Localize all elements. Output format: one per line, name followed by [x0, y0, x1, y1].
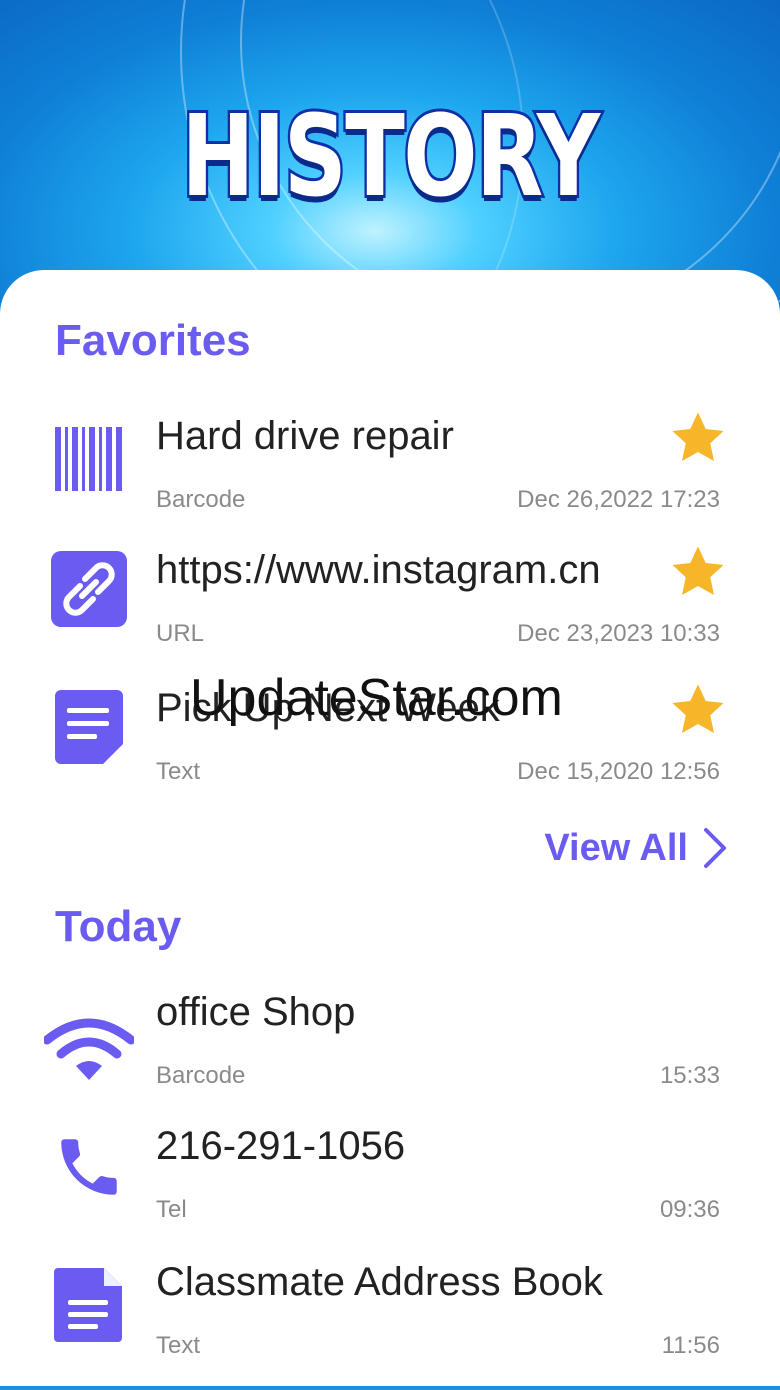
- view-all-label: View All: [544, 826, 688, 869]
- barcode-icon: [44, 414, 134, 504]
- item-type: Text: [156, 1332, 201, 1359]
- star-icon[interactable]: [668, 680, 728, 740]
- favorite-item[interactable]: https://www.instagram.cn URL Dec 23,2023…: [0, 546, 780, 678]
- item-time: 09:36: [659, 1196, 720, 1223]
- chevron-right-icon: [704, 828, 726, 868]
- history-item[interactable]: Classmate Address Book Text 11:56: [0, 1260, 780, 1390]
- item-name: office Shop: [156, 990, 356, 1034]
- phone-icon: [44, 1122, 134, 1212]
- star-icon[interactable]: [668, 408, 728, 468]
- item-name: https://www.instagram.cn: [156, 548, 601, 592]
- watermark: UpdateStar.com: [190, 669, 563, 727]
- document-icon: [44, 1260, 134, 1350]
- item-time: Dec 23,2023 10:33: [517, 620, 720, 647]
- item-time: Dec 15,2020 12:56: [517, 758, 720, 785]
- item-time: 15:33: [659, 1062, 720, 1089]
- text-note-icon: [44, 682, 134, 772]
- item-time: Dec 26,2022 17:23: [517, 486, 720, 513]
- link-icon: [44, 544, 134, 634]
- item-type: URL: [156, 620, 205, 647]
- favorites-heading: Favorites: [55, 316, 251, 365]
- favorite-item[interactable]: Hard drive repair Barcode Dec 26,2022 17…: [0, 412, 780, 544]
- item-type: Text: [156, 758, 201, 785]
- wifi-icon: [44, 1004, 134, 1094]
- item-name: 216-291-1056: [156, 1124, 406, 1168]
- history-item[interactable]: 216-291-1056 Tel 09:36: [0, 1124, 780, 1254]
- item-name: Hard drive repair: [156, 414, 454, 458]
- history-item[interactable]: office Shop Barcode 15:33: [0, 990, 780, 1120]
- item-type: Barcode: [156, 1062, 246, 1089]
- item-type: Tel: [156, 1196, 187, 1223]
- star-icon[interactable]: [668, 542, 728, 602]
- page-title: HISTORY: [179, 89, 602, 225]
- item-name: Classmate Address Book: [156, 1260, 603, 1304]
- view-all-button[interactable]: View All: [544, 826, 728, 870]
- today-heading: Today: [55, 902, 182, 951]
- item-type: Barcode: [156, 486, 246, 513]
- item-time: 11:56: [661, 1332, 720, 1359]
